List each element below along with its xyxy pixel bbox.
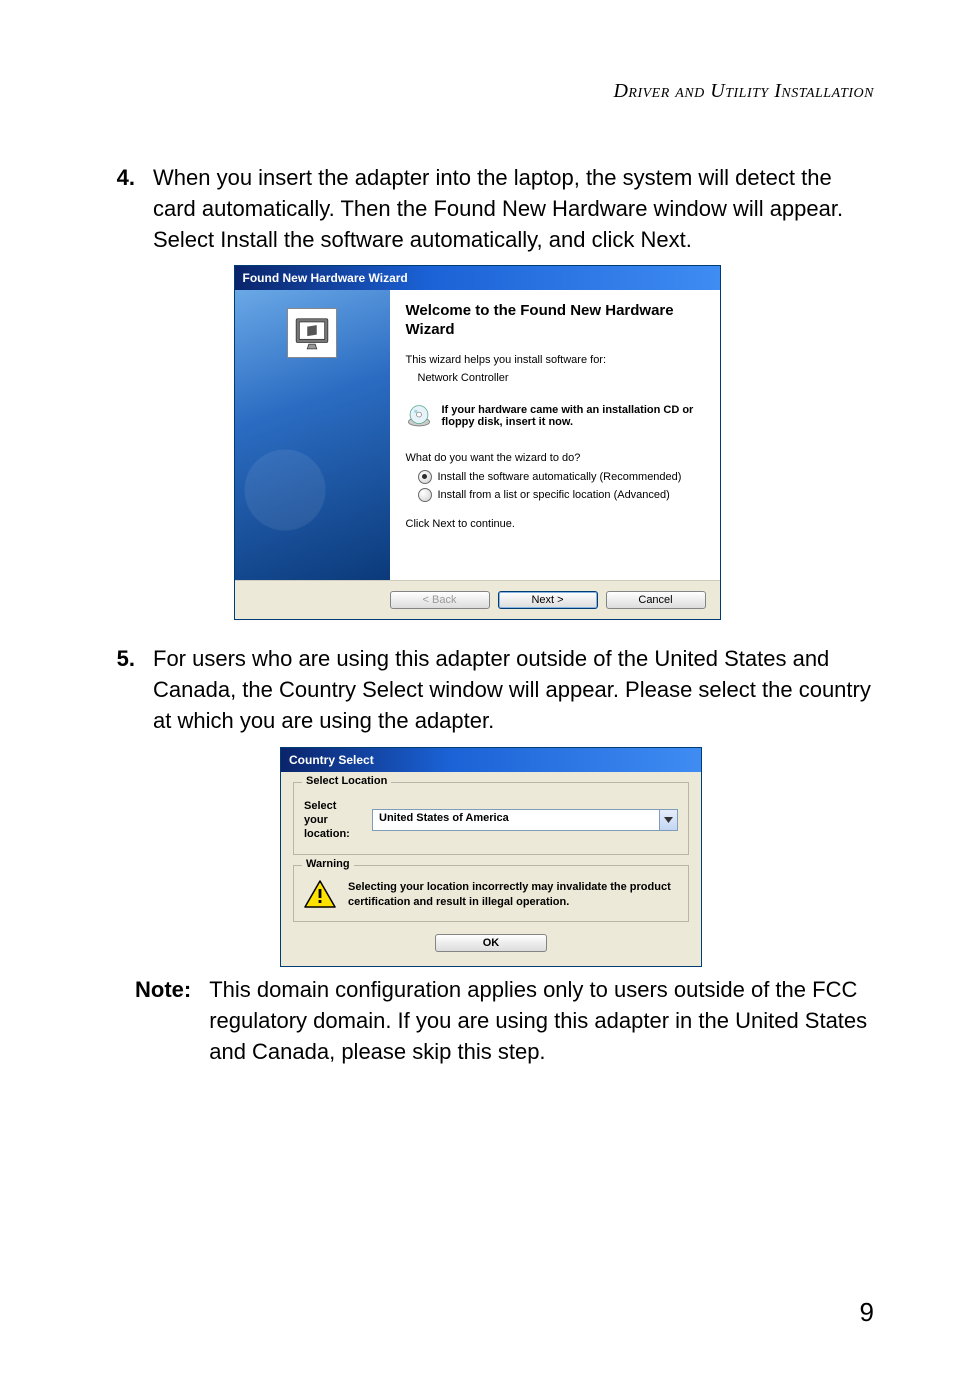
step-4: 4. When you insert the adapter into the … xyxy=(80,163,874,255)
country-dropdown[interactable]: United States of America xyxy=(372,809,678,831)
wizard-click-next: Click Next to continue. xyxy=(406,518,700,530)
warning-legend: Warning xyxy=(302,858,354,870)
wizard-prompt: What do you want the wizard to do? xyxy=(406,452,700,464)
country-select-titlebar: Country Select xyxy=(281,748,701,772)
country-dropdown-value: United States of America xyxy=(373,810,659,830)
select-location-group: Select Location Select your location: Un… xyxy=(293,782,689,855)
select-location-label: Select your location: xyxy=(304,799,362,842)
wizard-cd-note: If your hardware came with an installati… xyxy=(442,404,700,428)
radio-install-automatically[interactable]: Install the software automatically (Reco… xyxy=(418,470,700,484)
step-5-text: For users who are using this adapter out… xyxy=(153,644,874,736)
page-number: 9 xyxy=(860,1297,874,1328)
wizard-help-line: This wizard helps you install software f… xyxy=(406,354,700,366)
note-text: This domain configuration applies only t… xyxy=(209,975,874,1067)
step-4-text: When you insert the adapter into the lap… xyxy=(153,163,874,255)
radio-dot-icon xyxy=(418,470,432,484)
cd-icon xyxy=(406,404,432,430)
step-5-number: 5. xyxy=(80,644,153,736)
warning-icon xyxy=(304,880,336,908)
ok-button[interactable]: OK xyxy=(435,934,547,952)
radio-dot-icon xyxy=(418,488,432,502)
radio-install-from-list[interactable]: Install from a list or specific location… xyxy=(418,488,700,502)
next-button[interactable]: Next > xyxy=(498,591,598,609)
found-new-hardware-wizard: Found New Hardware Wizard Welcome to the… xyxy=(234,265,721,620)
wizard-device-name: Network Controller xyxy=(418,372,700,384)
radio-auto-label: Install the software automatically (Reco… xyxy=(438,471,682,483)
wizard-side-panel xyxy=(235,290,390,580)
note-label: Note: xyxy=(135,975,209,1067)
cancel-button[interactable]: Cancel xyxy=(606,591,706,609)
radio-list-label: Install from a list or specific location… xyxy=(438,489,670,501)
step-4-number: 4. xyxy=(80,163,153,255)
country-select-dialog: Country Select Select Location Select yo… xyxy=(280,747,702,968)
warning-group: Warning Selecting your location incorrec… xyxy=(293,865,689,923)
wizard-welcome-heading: Welcome to the Found New Hardware Wizard xyxy=(406,302,700,340)
hardware-icon xyxy=(287,308,337,358)
note-block: Note: This domain configuration applies … xyxy=(135,975,874,1067)
step-5: 5. For users who are using this adapter … xyxy=(80,644,874,736)
chevron-down-icon xyxy=(659,810,677,830)
page-header: Driver and Utility Installation xyxy=(80,80,874,103)
back-button: < Back xyxy=(390,591,490,609)
wizard-titlebar: Found New Hardware Wizard xyxy=(235,266,720,290)
select-location-legend: Select Location xyxy=(302,775,391,787)
warning-text: Selecting your location incorrectly may … xyxy=(348,880,678,910)
